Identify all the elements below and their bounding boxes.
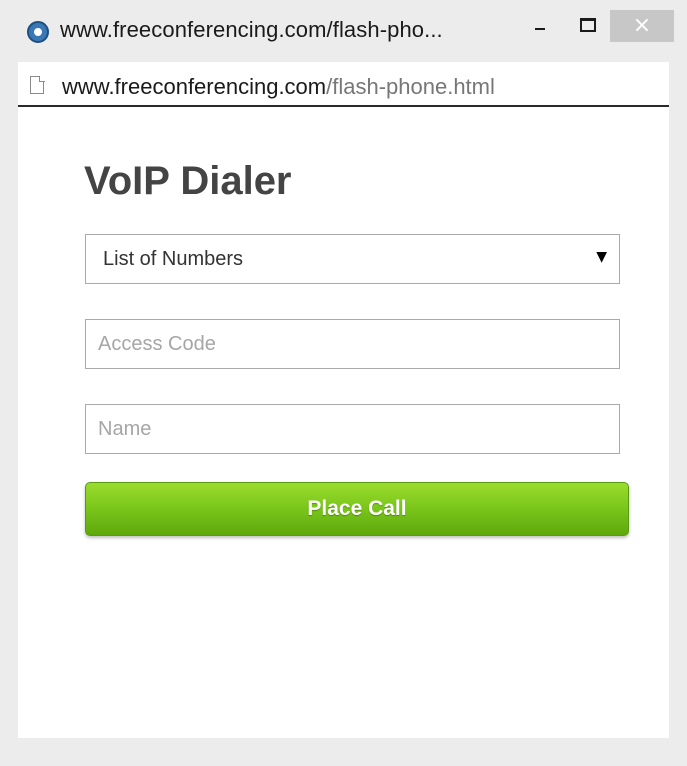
- url-text[interactable]: www.freeconferencing.com/flash-phone.htm…: [62, 74, 495, 100]
- popup-window: www.freeconferencing.com/flash-pho... × …: [0, 0, 687, 766]
- url-domain: www.freeconferencing.com: [62, 74, 327, 99]
- place-call-button[interactable]: Place Call: [85, 482, 629, 536]
- close-button[interactable]: ×: [610, 10, 674, 42]
- address-bar[interactable]: www.freeconferencing.com/flash-phone.htm…: [18, 62, 669, 107]
- dropdown-arrow-icon: ▼: [596, 249, 607, 265]
- access-code-input[interactable]: [85, 319, 620, 369]
- page-content: VoIP Dialer List of Numbers ▼ Place Call: [18, 107, 669, 738]
- url-path: /flash-phone.html: [326, 74, 495, 99]
- name-input[interactable]: [85, 404, 620, 454]
- page-icon: [30, 75, 45, 94]
- close-icon: ×: [632, 13, 652, 38]
- maximize-icon: [580, 18, 596, 32]
- page-title: VoIP Dialer: [84, 159, 292, 203]
- app-logo-icon: [27, 21, 49, 43]
- title-bar[interactable]: www.freeconferencing.com/flash-pho... ×: [0, 0, 687, 46]
- minimize-button[interactable]: [520, 10, 560, 44]
- minimize-icon: [535, 28, 545, 30]
- numbers-select-value: List of Numbers: [103, 248, 244, 270]
- maximize-button[interactable]: [568, 10, 608, 44]
- numbers-select[interactable]: List of Numbers ▼: [85, 234, 620, 284]
- window-title: www.freeconferencing.com/flash-pho...: [60, 17, 443, 42]
